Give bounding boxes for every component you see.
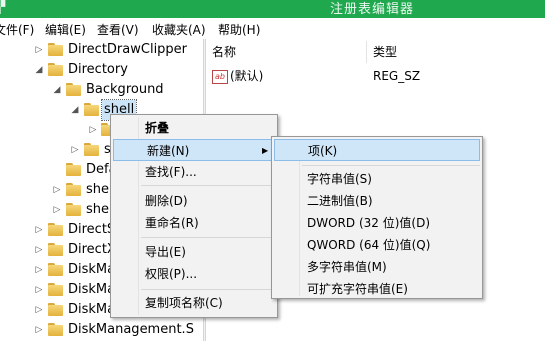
folder-icon [66, 183, 81, 196]
menu-view[interactable]: 查看(V) [97, 21, 139, 38]
tree-item-label: DiskManagement.S [68, 322, 194, 337]
collapse-icon[interactable]: ◢ [52, 80, 62, 100]
tree-item-label: DirectDrawClipper [68, 42, 188, 57]
tree-item-label: shel [86, 182, 113, 197]
submenu-item-key[interactable]: 项(K) [274, 139, 480, 161]
expand-icon[interactable]: ▷ [70, 140, 80, 160]
expand-icon[interactable]: ▷ [34, 280, 44, 300]
ab-string-icon: ab [212, 70, 228, 84]
tree-item-label: DirectX [68, 242, 116, 257]
menu-separator [302, 165, 480, 166]
submenu-arrow-icon: ▶ [262, 146, 269, 155]
folder-icon [48, 243, 63, 256]
tree-item-label: shel [86, 202, 113, 217]
expand-icon[interactable]: ▷ [52, 180, 62, 200]
folder-icon [66, 163, 81, 176]
expand-icon[interactable]: ▷ [34, 220, 44, 240]
submenu-item-qword-value[interactable]: QWORD (64 位)值(Q) [307, 234, 430, 256]
expand-icon[interactable]: ▷ [34, 320, 44, 340]
value-name[interactable]: (默认) [230, 67, 263, 85]
submenu-item-string-value[interactable]: 字符串值(S) [307, 168, 372, 190]
submenu-item-binary-value[interactable]: 二进制值(B) [307, 190, 373, 212]
expand-icon[interactable]: ▷ [34, 260, 44, 280]
menu-edit[interactable]: 编辑(E) [45, 21, 86, 38]
menu-item-delete[interactable]: 删除(D) [145, 190, 188, 212]
tree-item-label: DiskMa [68, 302, 116, 317]
submenu-item-expandable-string-value[interactable]: 可扩充字符串值(E) [307, 278, 408, 300]
tree-item-label: DiskMa [68, 282, 116, 297]
collapse-icon[interactable]: ◢ [34, 60, 44, 80]
menu-separator [141, 185, 275, 186]
expand-icon[interactable]: ▷ [52, 200, 62, 220]
column-divider[interactable] [366, 41, 367, 63]
menu-item-collapse[interactable]: 折叠 [145, 117, 169, 139]
folder-open-icon [66, 83, 81, 96]
value-type: REG_SZ [373, 69, 421, 83]
menu-separator [141, 289, 275, 290]
registry-icon: ▞ [0, 0, 6, 14]
expand-icon[interactable]: ▷ [34, 240, 44, 260]
submenu-item-multi-string-value[interactable]: 多字符串值(M) [307, 256, 387, 278]
folder-icon [48, 263, 63, 276]
menu-item-new-label: 新建(N) [147, 144, 190, 158]
collapse-icon[interactable]: ◢ [70, 100, 80, 120]
folder-icon [48, 303, 63, 316]
tree-item-label: Background [86, 82, 164, 97]
folder-icon [48, 223, 63, 236]
menu-item-permissions[interactable]: 权限(P)... [145, 263, 197, 285]
title-bar: ▞ 注册表编辑器 [0, 0, 545, 18]
tree-item-label: DiskMa [68, 262, 116, 277]
menu-item-find[interactable]: 查找(F)... [145, 161, 197, 183]
menu-help[interactable]: 帮助(H) [218, 21, 260, 38]
menu-favorites[interactable]: 收藏夹(A) [152, 21, 206, 38]
folder-open-icon [48, 63, 63, 76]
folder-icon [48, 323, 63, 336]
menu-item-rename[interactable]: 重命名(R) [145, 212, 199, 234]
folder-icon [48, 283, 63, 296]
menu-gutter [299, 139, 300, 296]
tree-item-label: Directory [68, 62, 128, 77]
menu-separator [141, 237, 275, 238]
menu-item-export[interactable]: 导出(E) [145, 241, 186, 263]
window-title: 注册表编辑器 [330, 2, 415, 17]
menu-item-new[interactable]: 新建(N) ▶ [113, 139, 275, 161]
tree-item-label: DirectS [68, 222, 116, 237]
submenu-item-key-label: 项(K) [308, 144, 338, 158]
column-header-type[interactable]: 类型 [373, 41, 397, 63]
expand-icon[interactable]: ▷ [34, 300, 44, 320]
folder-open-icon [84, 103, 99, 116]
menu-item-copy-key-name[interactable]: 复制项名称(C) [145, 292, 223, 314]
expand-icon[interactable]: ▷ [88, 120, 98, 140]
folder-icon [48, 43, 63, 56]
menu-bar: 文件(F) 编辑(E) 查看(V) 收藏夹(A) 帮助(H) [0, 18, 545, 39]
expand-icon[interactable]: ▷ [34, 40, 44, 60]
folder-icon [84, 143, 99, 156]
context-menu: 折叠 新建(N) ▶ 查找(F)... 删除(D) 重命名(R) 导出(E) 权… [110, 114, 278, 318]
folder-icon [66, 203, 81, 216]
menu-file[interactable]: 文件(F) [0, 21, 34, 38]
new-submenu: 项(K) 字符串值(S) 二进制值(B) DWORD (32 位)值(D) QW… [271, 136, 483, 299]
submenu-item-dword-value[interactable]: DWORD (32 位)值(D) [307, 212, 430, 234]
column-header-name[interactable]: 名称 [212, 41, 236, 63]
